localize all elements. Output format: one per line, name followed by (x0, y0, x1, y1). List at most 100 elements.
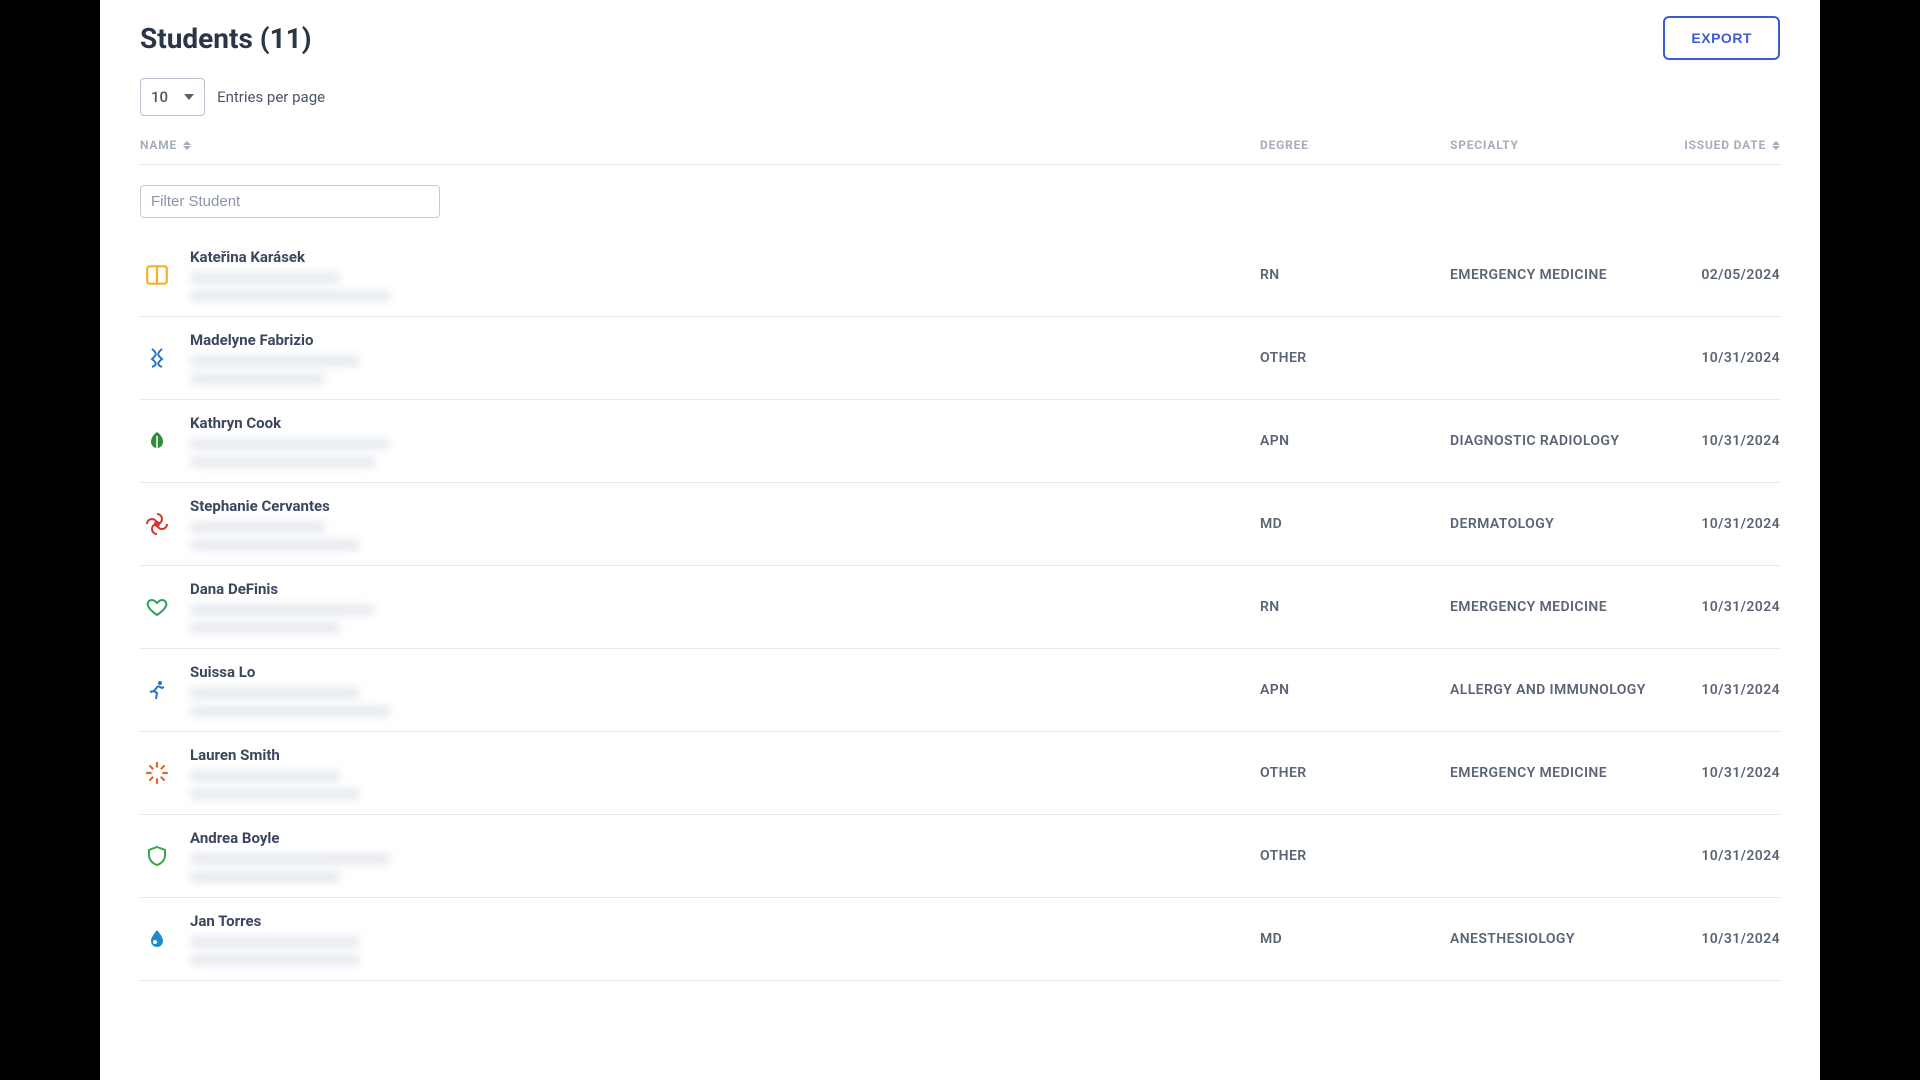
degree-cell: OTHER (1260, 848, 1450, 864)
degree-cell: APN (1260, 682, 1450, 698)
filter-row (140, 165, 1780, 234)
column-header-specialty[interactable]: SPECIALTY (1450, 138, 1650, 152)
redacted-line (190, 456, 375, 468)
table-header: NAME DEGREE SPECIALTY ISSUED DATE (140, 130, 1780, 165)
avatar-cell (140, 345, 184, 371)
export-button[interactable]: EXPORT (1663, 16, 1780, 60)
name-cell: Jan Torres (184, 912, 1260, 966)
degree-cell: MD (1260, 516, 1450, 532)
table-row[interactable]: Dana DeFinisRNEMERGENCY MEDICINE10/31/20… (140, 566, 1780, 649)
redacted-line (190, 272, 340, 284)
filter-student-input[interactable] (140, 185, 440, 218)
entries-per-page-value: 10 (151, 88, 168, 106)
redacted-line (190, 853, 390, 865)
table-row[interactable]: Lauren SmithOTHEREMERGENCY MEDICINE10/31… (140, 732, 1780, 815)
redacted-line (190, 687, 360, 699)
fan-icon (144, 511, 170, 537)
entries-per-page-select[interactable]: 10 (140, 78, 205, 116)
column-header-name[interactable]: NAME (140, 138, 1260, 152)
table-row[interactable]: Stephanie CervantesMDDERMATOLOGY10/31/20… (140, 483, 1780, 566)
spark-icon (144, 760, 170, 786)
student-name: Stephanie Cervantes (190, 497, 1260, 515)
avatar-cell (140, 594, 184, 620)
name-cell: Dana DeFinis (184, 580, 1260, 634)
book-icon (144, 262, 170, 288)
chevron-down-icon (184, 94, 194, 100)
name-cell: Kateřina Karásek (184, 248, 1260, 302)
column-header-label: DEGREE (1260, 138, 1309, 152)
issued-date-cell: 10/31/2024 (1650, 516, 1780, 532)
specialty-cell: EMERGENCY MEDICINE (1450, 765, 1650, 781)
redacted-line (190, 290, 390, 302)
student-name: Andrea Boyle (190, 829, 1260, 847)
student-name: Madelyne Fabrizio (190, 331, 1260, 349)
redacted-line (190, 438, 390, 450)
student-name: Kateřina Karásek (190, 248, 1260, 266)
issued-date-cell: 10/31/2024 (1650, 433, 1780, 449)
student-name: Jan Torres (190, 912, 1260, 930)
redacted-line (190, 788, 360, 800)
name-cell: Madelyne Fabrizio (184, 331, 1260, 385)
degree-cell: RN (1260, 599, 1450, 615)
degree-cell: APN (1260, 433, 1450, 449)
redacted-line (190, 770, 340, 782)
shield-icon (144, 843, 170, 869)
issued-date-cell: 10/31/2024 (1650, 599, 1780, 615)
avatar-cell (140, 511, 184, 537)
degree-cell: OTHER (1260, 765, 1450, 781)
name-cell: Lauren Smith (184, 746, 1260, 800)
student-name: Lauren Smith (190, 746, 1260, 764)
issued-date-cell: 10/31/2024 (1650, 765, 1780, 781)
table-row[interactable]: Madelyne FabrizioOTHER10/31/2024 (140, 317, 1780, 400)
redacted-line (190, 604, 375, 616)
avatar-cell (140, 677, 184, 703)
redacted-line (190, 936, 360, 948)
redacted-line (190, 373, 325, 385)
table-row[interactable]: Jan TorresMDANESTHESIOLOGY10/31/2024 (140, 898, 1780, 981)
name-cell: Suissa Lo (184, 663, 1260, 717)
table-row[interactable]: Kateřina KarásekRNEMERGENCY MEDICINE02/0… (140, 234, 1780, 317)
avatar-cell (140, 760, 184, 786)
page-title: Students (11) (140, 22, 312, 55)
avatar-cell (140, 428, 184, 454)
column-header-label: NAME (140, 138, 177, 152)
pagination-controls: 10 Entries per page (140, 78, 1780, 130)
run-icon (144, 677, 170, 703)
issued-date-cell: 10/31/2024 (1650, 848, 1780, 864)
avatar-cell (140, 926, 184, 952)
redacted-line (190, 521, 325, 533)
column-header-issued-date[interactable]: ISSUED DATE (1650, 138, 1780, 152)
degree-cell: OTHER (1260, 350, 1450, 366)
student-name: Dana DeFinis (190, 580, 1260, 598)
column-header-label: SPECIALTY (1450, 138, 1519, 152)
redacted-line (190, 622, 340, 634)
table-row[interactable]: Kathryn CookAPNDIAGNOSTIC RADIOLOGY10/31… (140, 400, 1780, 483)
column-header-degree[interactable]: DEGREE (1260, 138, 1450, 152)
leaf-icon (144, 428, 170, 454)
issued-date-cell: 10/31/2024 (1650, 682, 1780, 698)
name-cell: Stephanie Cervantes (184, 497, 1260, 551)
student-name: Suissa Lo (190, 663, 1260, 681)
redacted-line (190, 954, 360, 966)
degree-cell: RN (1260, 267, 1450, 283)
name-cell: Andrea Boyle (184, 829, 1260, 883)
issued-date-cell: 02/05/2024 (1650, 267, 1780, 283)
name-cell: Kathryn Cook (184, 414, 1260, 468)
heart-icon (144, 594, 170, 620)
degree-cell: MD (1260, 931, 1450, 947)
table-row[interactable]: Andrea BoyleOTHER 10/31/2024 (140, 815, 1780, 898)
table-row[interactable]: Suissa LoAPNALLERGY AND IMMUNOLOGY10/31/… (140, 649, 1780, 732)
redacted-line (190, 539, 360, 551)
column-header-label: ISSUED DATE (1684, 138, 1766, 152)
avatar-cell (140, 262, 184, 288)
students-page: Students (11) EXPORT 10 Entries per page… (100, 0, 1820, 1080)
issued-date-cell: 10/31/2024 (1650, 931, 1780, 947)
table-body: Kateřina KarásekRNEMERGENCY MEDICINE02/0… (140, 234, 1780, 981)
avatar-cell (140, 843, 184, 869)
specialty-cell: ALLERGY AND IMMUNOLOGY (1450, 682, 1650, 698)
sort-icon (183, 141, 191, 150)
dna-icon (144, 345, 170, 371)
drop-icon (144, 926, 170, 952)
redacted-line (190, 871, 340, 883)
specialty-cell: EMERGENCY MEDICINE (1450, 267, 1650, 283)
